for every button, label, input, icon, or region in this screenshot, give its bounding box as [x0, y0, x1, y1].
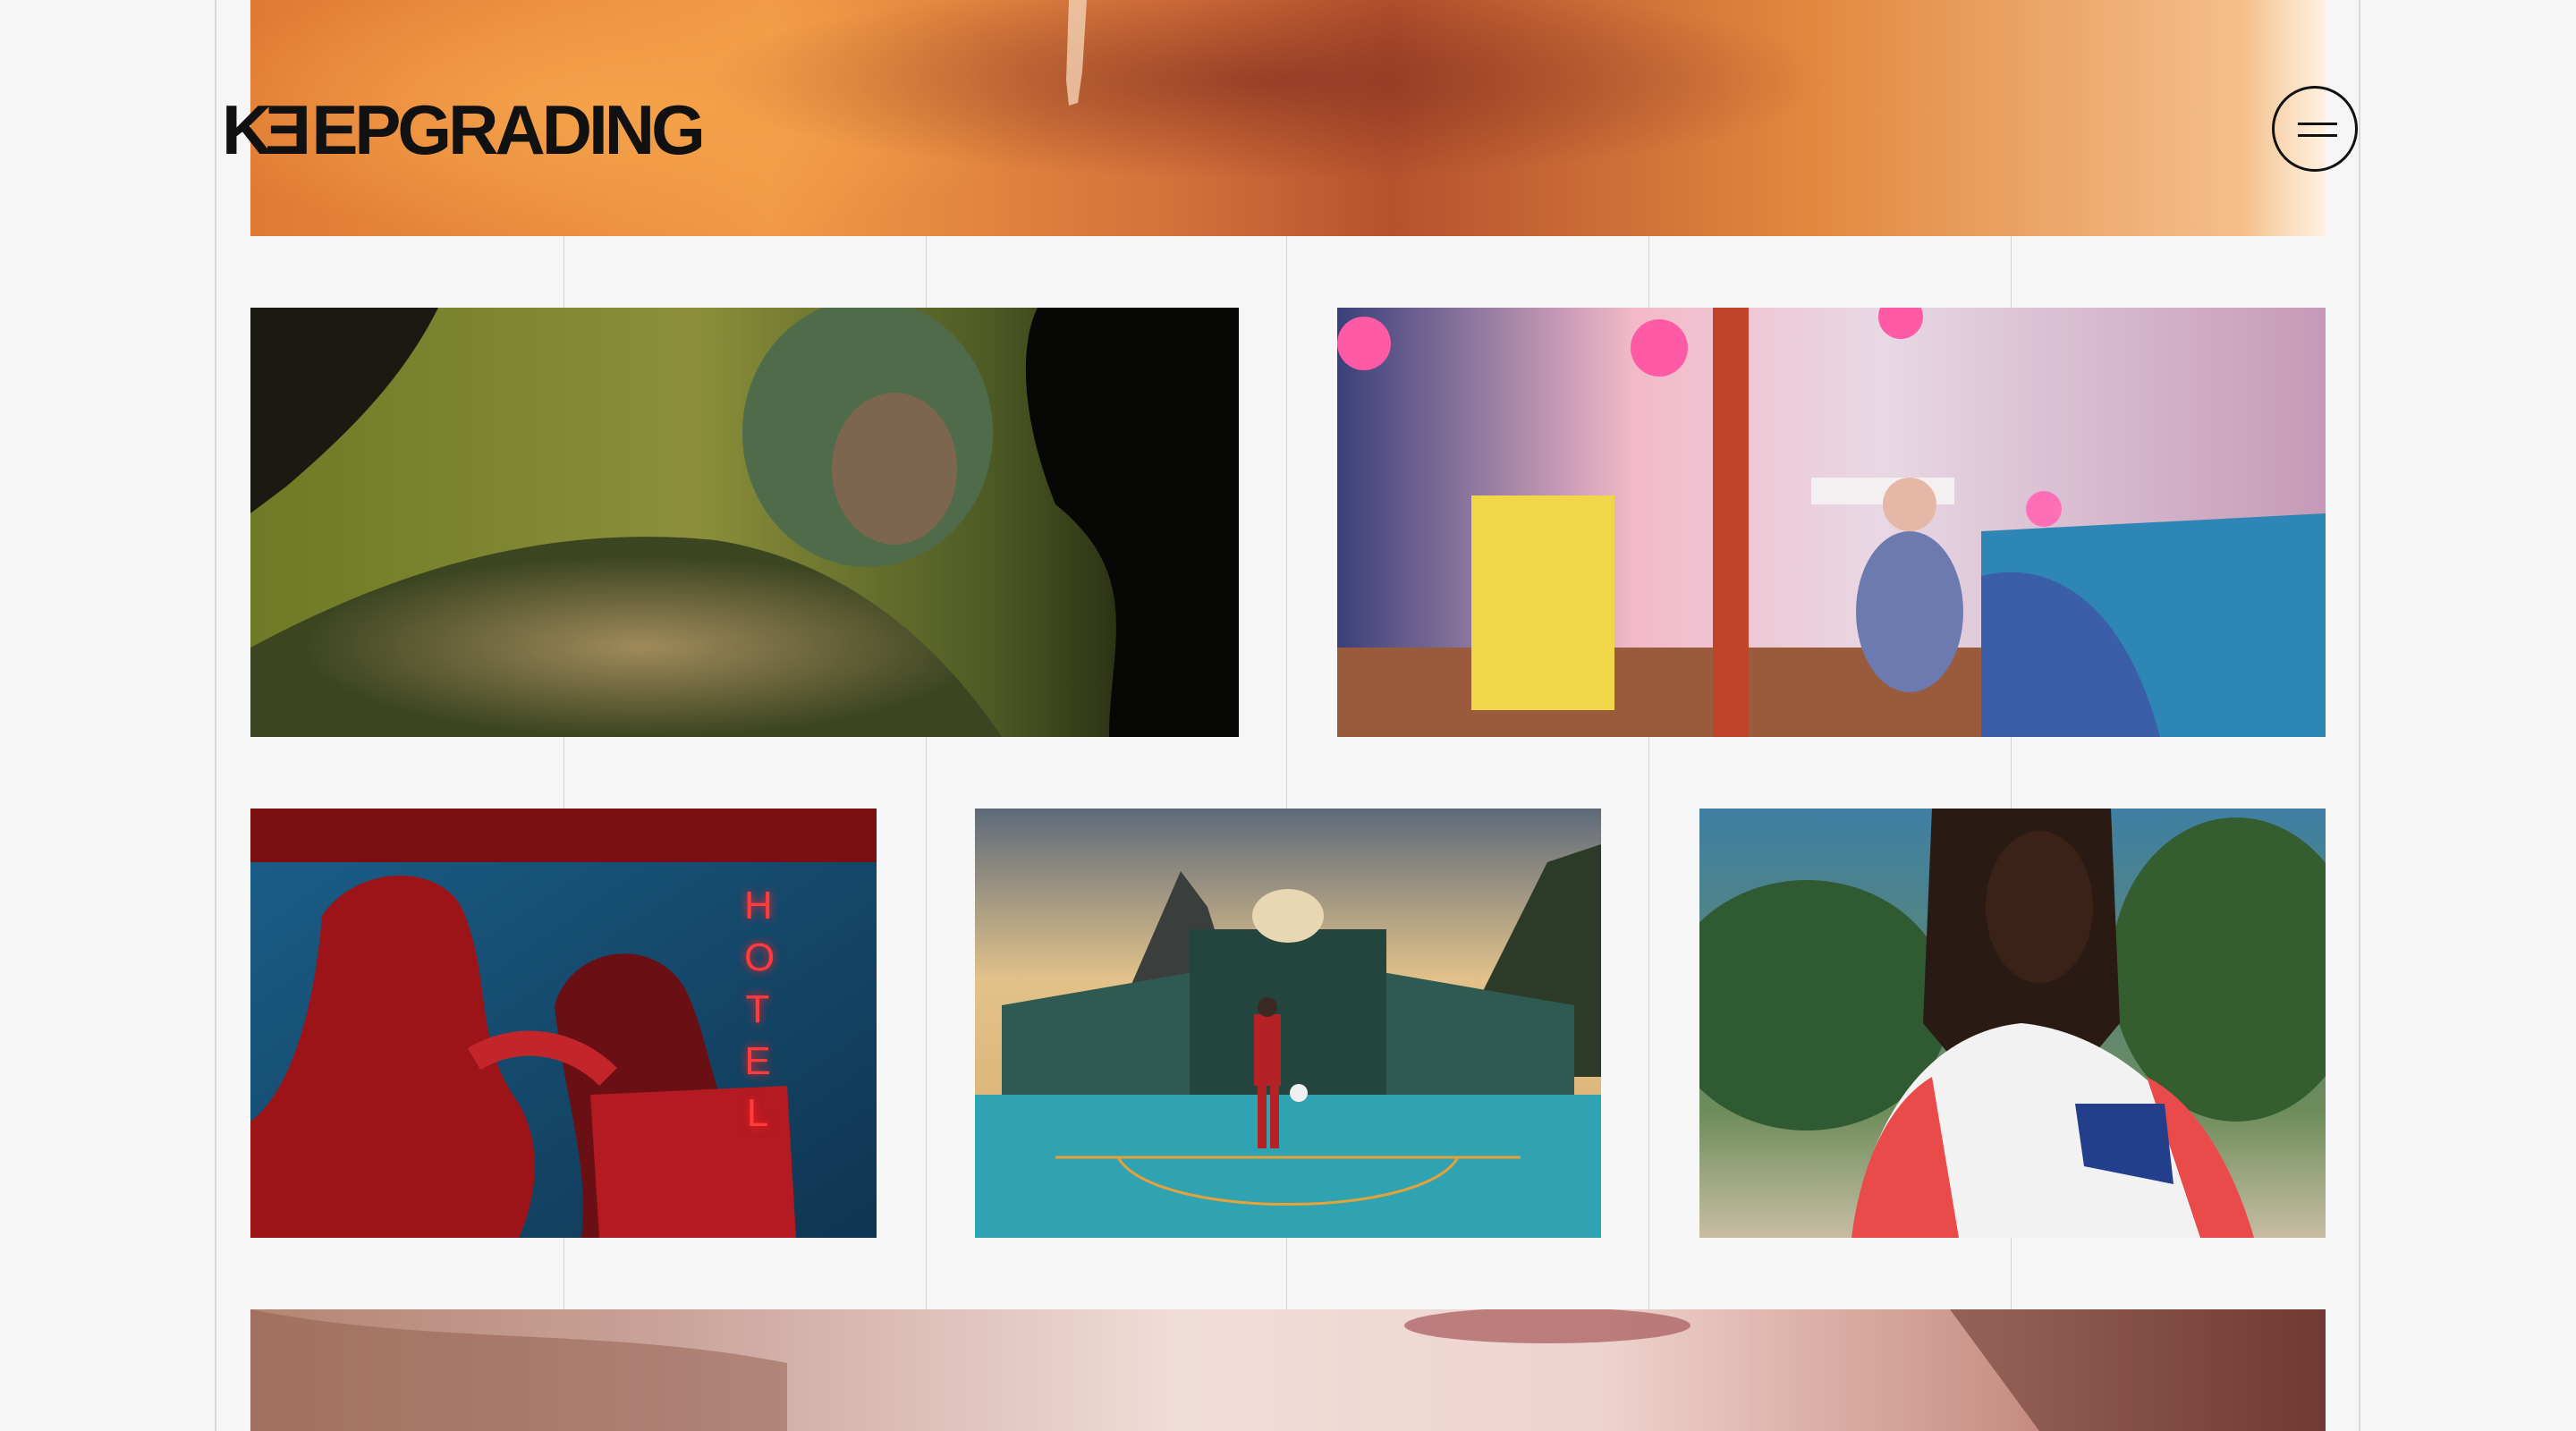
gallery-item-hotel[interactable]: HOTEL: [250, 809, 877, 1238]
tattoo-image: [250, 308, 1239, 737]
logo-text-part1: K: [222, 90, 272, 169]
hamburger-menu-icon: [2298, 123, 2337, 125]
left-frame-line: [215, 0, 216, 1431]
hotel-image: [250, 809, 877, 1238]
bedroom-image: [1337, 308, 2326, 737]
logo-text-flipped-e: E: [268, 90, 312, 169]
portrait-image: [1699, 809, 2326, 1238]
gallery-item-portrait[interactable]: [1699, 809, 2326, 1238]
right-frame-line: [2359, 0, 2360, 1431]
menu-button[interactable]: [2272, 86, 2358, 172]
site-logo[interactable]: KEEPGRADING: [222, 90, 706, 169]
gallery-item-court[interactable]: [975, 809, 1601, 1238]
hotel-neon-sign: HOTEL: [744, 884, 775, 1135]
gallery-item-face[interactable]: [250, 1309, 2326, 1431]
court-image: [975, 809, 1601, 1238]
face-image: [250, 1309, 2326, 1431]
logo-text-part2: EPGRADING: [311, 90, 705, 169]
gallery-item-tattoo[interactable]: [250, 308, 1239, 737]
hamburger-menu-icon-line: [2298, 134, 2337, 137]
gallery-item-bedroom[interactable]: [1337, 308, 2326, 737]
